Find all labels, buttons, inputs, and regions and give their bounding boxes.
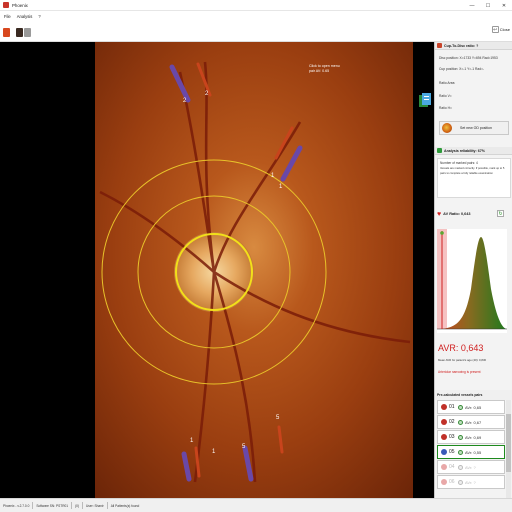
eye-icon[interactable]	[458, 434, 463, 440]
pair-number: 04	[449, 464, 455, 470]
menu-help[interactable]: ?	[38, 14, 40, 19]
set-od-position-button[interactable]: Set new OD position	[439, 121, 509, 135]
pair-number: 01	[449, 404, 455, 410]
status-software: Software SN: PSTR01	[36, 503, 69, 508]
pair-row[interactable]: 02 AVr: 0,67	[437, 415, 505, 429]
pair-value: AVr: 0,67	[465, 419, 482, 425]
pair-number: 05	[449, 449, 455, 455]
avr-title: AV Ratio: 0,643	[443, 212, 471, 216]
disc-position: Disc position: X=1733 Y=694 Rad=1953	[439, 56, 498, 60]
marker-handle	[440, 231, 444, 235]
avr-value: AVR: 0,643	[438, 343, 484, 353]
cup-position: Cup position: X=-1 Y=-1 Rad=-	[439, 67, 485, 71]
toolbar-close-button[interactable]: ↩ Close	[491, 26, 510, 33]
title-bar: Phoenix — ☐ ✕	[0, 0, 512, 11]
menu-analysis[interactable]: Analysis	[17, 14, 33, 19]
hint-line-1: Click to open menu	[309, 64, 340, 68]
close-window-button[interactable]: ✕	[496, 0, 512, 11]
pair-status-icon	[441, 404, 447, 410]
set-od-label: Set new OD position	[460, 126, 492, 130]
check-icon	[437, 148, 442, 153]
ratio-v: Ratio V=	[439, 94, 452, 98]
reliability-line-2: Vessels are marked correctly. If possibl…	[440, 167, 505, 170]
avr-norm: Mean AVR for patient's age (40): 0,830	[438, 358, 487, 362]
close-icon: ↩	[491, 26, 499, 33]
pair-value: AVr: 0,69	[465, 434, 482, 440]
window-title: Phoenix	[12, 2, 28, 8]
avr-warning: Arteriolar narrowing is present	[438, 370, 481, 374]
reliability-header[interactable]: Analysis reliability: 67%	[435, 147, 512, 155]
bell-curve	[437, 237, 507, 329]
export-icon[interactable]	[418, 92, 432, 108]
ratio-h: Ratio H=	[439, 106, 452, 110]
eye-icon[interactable]	[458, 449, 463, 455]
heart-icon: ♥	[437, 210, 442, 218]
pair-number: 03	[449, 434, 455, 440]
eye-icon[interactable]	[458, 479, 463, 485]
pair-status-icon	[441, 464, 447, 470]
pair-row[interactable]: 01 AVr: 0,65	[437, 400, 505, 414]
pair-status-icon	[441, 449, 447, 455]
menu-file[interactable]: File	[4, 14, 11, 19]
toolbar: ↩ Close	[0, 21, 512, 42]
fundus-photo	[95, 42, 413, 498]
pair-status-icon	[441, 419, 447, 425]
od-thumbnail-icon	[442, 123, 452, 133]
pair-row[interactable]: 04 AVr: ?	[437, 460, 505, 474]
menu-bar: File Analysis ?	[0, 11, 512, 21]
app-window: Phoenix — ☐ ✕ File Analysis ? ↩ Close 2 …	[0, 0, 512, 512]
retina-image-icon[interactable]	[16, 28, 23, 37]
reliability-line-1: Number of marked pairs: 4	[440, 161, 478, 165]
fundus-image[interactable]: 2 2 1 1 1 1 5 5	[0, 42, 434, 498]
analysis-panel: Cup-To-Disc ratio: ? Disc position: X=17…	[434, 42, 512, 498]
status-count: (0)	[75, 503, 79, 508]
eye-icon[interactable]	[458, 464, 463, 470]
viewer-hint: Click to open menu pair AV: 0.65	[309, 64, 343, 73]
pair-number: 02	[449, 419, 455, 425]
cup-disc-title: Cup-To-Disc ratio: ?	[444, 43, 479, 48]
cup-disc-header[interactable]: Cup-To-Disc ratio: ?	[435, 42, 512, 50]
reliability-title: Analysis reliability: 67%	[444, 148, 485, 153]
pair-row[interactable]: 06 AVr: ?	[437, 475, 505, 489]
reliability-line-3: pairs to complete a fully reliable exami…	[440, 172, 493, 175]
close-label: Close	[499, 27, 510, 32]
eye-icon[interactable]	[458, 419, 463, 425]
document-icon[interactable]	[24, 28, 31, 37]
refresh-icon[interactable]: ↻	[497, 210, 504, 217]
fundus-viewer[interactable]: 2 2 1 1 1 1 5 5 Click to open menu pair …	[0, 42, 434, 498]
hint-line-2: pair AV: 0.65	[309, 68, 330, 73]
pair-status-icon	[441, 434, 447, 440]
pair-row[interactable]: 05 AVr: 0,55	[437, 445, 505, 459]
scrollbar-thumb[interactable]	[506, 414, 511, 472]
pairs-scrollbar[interactable]	[506, 400, 511, 498]
pair-value: AVr: ?	[465, 464, 476, 470]
status-user: User: Shanir	[85, 503, 104, 508]
maximize-button[interactable]: ☐	[480, 0, 496, 11]
status-patients: All Patients(s) found	[110, 503, 140, 508]
pair-value: AVr: 0,65	[465, 404, 482, 410]
status-bar: Phoenix - v.2.7.0.0 Software SN: PSTR01 …	[0, 498, 512, 512]
patient-icon[interactable]	[3, 28, 10, 37]
pair-status-icon	[441, 479, 447, 485]
minimize-button[interactable]: —	[464, 0, 480, 11]
pair-row[interactable]: 03 AVr: 0,69	[437, 430, 505, 444]
pair-number: 06	[449, 479, 455, 485]
avr-distribution-chart	[437, 229, 507, 333]
cup-disc-icon	[437, 43, 442, 48]
eye-icon[interactable]	[458, 404, 463, 410]
pair-value: AVr: 0,55	[465, 449, 482, 455]
pair-value: AVr: ?	[465, 479, 476, 485]
reliability-box: Number of marked pairs: 4 Vessels are ma…	[437, 158, 511, 198]
pairs-header: Pre-calculated vessels pairs	[435, 390, 512, 400]
status-version: Phoenix - v.2.7.0.0	[3, 503, 30, 508]
ratio-area: Ratio Area:	[439, 81, 456, 85]
app-icon	[3, 2, 9, 8]
